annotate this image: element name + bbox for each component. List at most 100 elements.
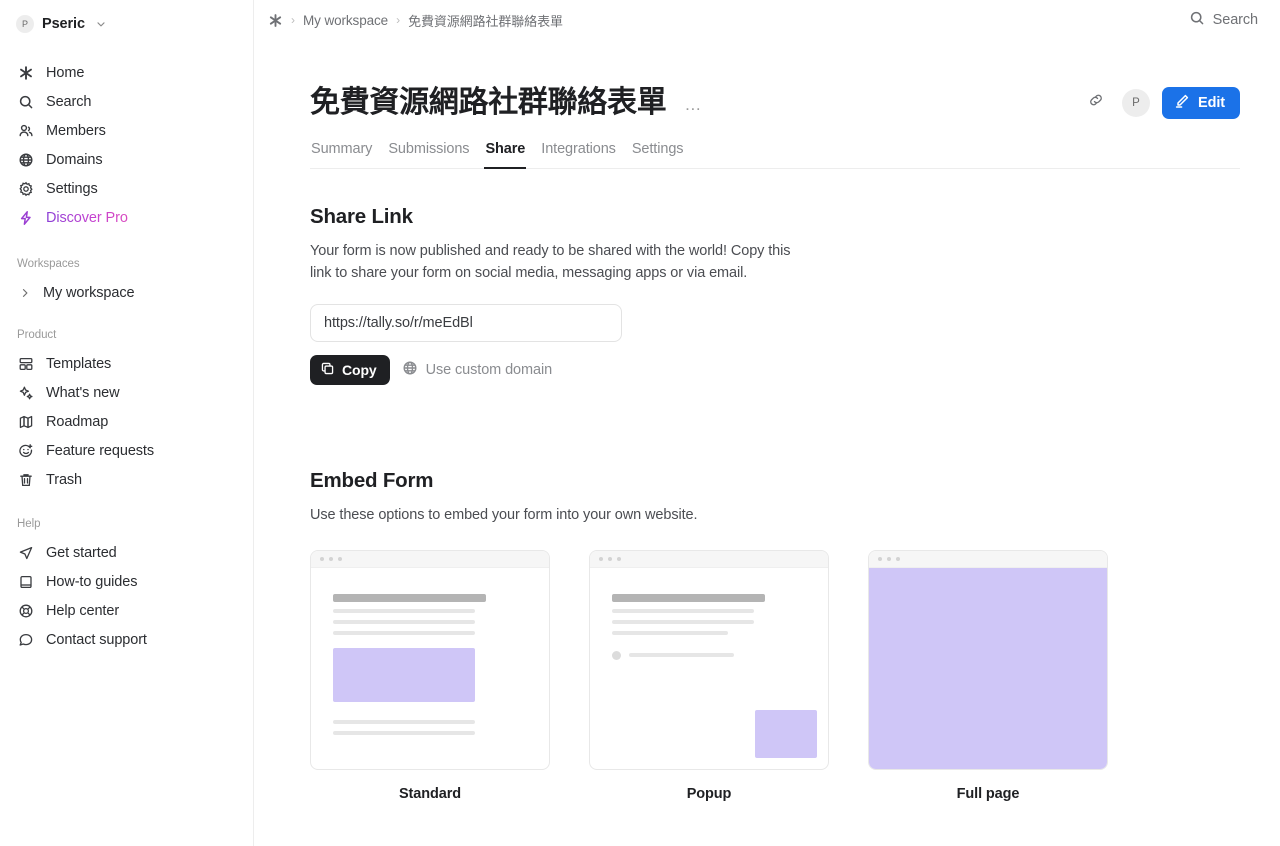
trash-icon	[17, 471, 34, 488]
avatar[interactable]: P	[1122, 88, 1150, 117]
embed-preview-full-page	[868, 549, 1108, 770]
breadcrumb-separator: ›	[396, 13, 401, 27]
sidebar-item-domains[interactable]: Domains	[12, 145, 241, 174]
book-icon	[17, 573, 34, 590]
sidebar-item-label: Members	[46, 122, 106, 139]
embed-option-popup[interactable]: Popup	[589, 549, 829, 802]
sidebar-item-label: Home	[46, 64, 85, 81]
window-dot-icon	[329, 556, 333, 561]
placeholder-heading-bar	[612, 593, 766, 602]
workspaces-list: My workspace	[12, 278, 241, 307]
placeholder-avatar-row	[612, 650, 806, 660]
sidebar-section-help: Help	[17, 518, 41, 530]
asterisk-icon[interactable]	[268, 13, 283, 28]
copy-button-label: Copy	[342, 361, 377, 378]
search-icon	[17, 93, 34, 110]
sidebar-item-whats-new[interactable]: What's new	[12, 378, 241, 407]
breadcrumb-workspace[interactable]: My workspace	[303, 13, 388, 28]
window-dot-icon	[896, 556, 900, 561]
use-custom-domain-button[interactable]: Use custom domain	[402, 360, 552, 380]
sidebar-item-discover-pro[interactable]: Discover Pro	[12, 203, 241, 232]
embed-option-standard[interactable]: Standard	[310, 549, 550, 802]
embedded-popup-block	[755, 709, 817, 758]
sidebar-item-my-workspace[interactable]: My workspace	[12, 278, 241, 307]
sidebar-item-trash[interactable]: Trash	[12, 465, 241, 494]
embed-preview-standard	[310, 549, 550, 770]
app-root: P Pseric Home Search Members Domains Set…	[0, 0, 1280, 846]
placeholder-line	[612, 630, 729, 635]
embed-option-label: Popup	[686, 785, 732, 802]
placeholder-avatar-icon	[612, 650, 621, 660]
share-link-section: Share Link Your form is now published an…	[310, 205, 1240, 385]
sidebar-item-label: Templates	[46, 355, 112, 372]
placeholder-heading-bar	[333, 593, 487, 602]
window-dot-icon	[608, 556, 612, 561]
sidebar-item-get-started[interactable]: Get started	[12, 538, 241, 567]
placeholder-line	[612, 619, 754, 624]
pencil-icon	[1174, 93, 1190, 113]
sidebar: P Pseric Home Search Members Domains Set…	[0, 0, 254, 846]
sidebar-item-settings[interactable]: Settings	[12, 174, 241, 203]
copy-button[interactable]: Copy	[310, 354, 390, 385]
share-url-field[interactable]	[310, 303, 622, 342]
form-tabs: Summary Submissions Share Integrations S…	[310, 141, 1240, 169]
sidebar-item-home[interactable]: Home	[12, 58, 241, 87]
sidebar-section-workspaces: Workspaces	[17, 258, 80, 270]
embed-form-description: Use these options to embed your form int…	[310, 506, 698, 523]
copy-link-button[interactable]	[1082, 89, 1110, 117]
embed-options: Standard Popup Full page	[310, 549, 1240, 802]
sidebar-item-label: How-to guides	[46, 573, 138, 590]
sidebar-item-how-to-guides[interactable]: How-to guides	[12, 567, 241, 596]
edit-button[interactable]: Edit	[1162, 86, 1240, 119]
sidebar-item-feature-requests[interactable]: Feature requests	[12, 436, 241, 465]
sidebar-item-label: What's new	[46, 384, 120, 401]
embed-option-full-page[interactable]: Full page	[868, 549, 1108, 802]
sidebar-item-label: Help center	[46, 602, 120, 619]
window-dot-icon	[338, 556, 342, 561]
asterisk-icon	[17, 64, 34, 81]
chat-bubble-icon	[17, 631, 34, 648]
embed-form-section: Embed Form Use these options to embed yo…	[310, 469, 1240, 802]
sidebar-item-label: Roadmap	[46, 413, 109, 430]
sidebar-item-label: Search	[46, 93, 92, 110]
preview-body	[311, 568, 549, 769]
placeholder-line	[629, 653, 734, 658]
lightning-icon	[17, 209, 34, 226]
browser-chrome	[869, 550, 1107, 568]
workspace-name: Pseric	[42, 16, 85, 32]
top-search-label: Search	[1212, 12, 1258, 28]
tab-integrations[interactable]: Integrations	[540, 141, 617, 169]
browser-chrome	[311, 550, 549, 568]
sidebar-item-members[interactable]: Members	[12, 116, 241, 145]
window-dot-icon	[320, 556, 324, 561]
sidebar-item-help-center[interactable]: Help center	[12, 596, 241, 625]
tab-settings[interactable]: Settings	[631, 141, 685, 169]
tab-summary[interactable]: Summary	[310, 141, 373, 169]
chevron-right-icon[interactable]	[17, 287, 33, 299]
sidebar-item-templates[interactable]: Templates	[12, 349, 241, 378]
edit-button-label: Edit	[1198, 94, 1225, 111]
sidebar-item-search[interactable]: Search	[12, 87, 241, 116]
share-actions: Copy Use custom domain	[310, 354, 1240, 385]
browser-chrome	[590, 550, 828, 568]
form-more-menu-button[interactable]: …	[680, 94, 705, 115]
workspace-switcher[interactable]: P Pseric	[12, 4, 241, 44]
link-icon	[1087, 91, 1105, 114]
window-dot-icon	[887, 556, 891, 561]
sidebar-item-label: Settings	[46, 180, 98, 197]
sidebar-item-roadmap[interactable]: Roadmap	[12, 407, 241, 436]
embed-option-label: Full page	[956, 785, 1020, 802]
window-dot-icon	[599, 556, 603, 561]
breadcrumb-form[interactable]: 免費資源網路社群聯絡表單	[408, 11, 563, 30]
placeholder-line	[333, 608, 475, 613]
sidebar-item-contact-support[interactable]: Contact support	[12, 625, 241, 654]
embedded-fullpage-block	[869, 567, 1107, 769]
embed-form-title: Embed Form	[310, 468, 434, 492]
share-url-input[interactable]	[324, 314, 608, 331]
tab-share[interactable]: Share	[484, 141, 527, 169]
use-custom-domain-label: Use custom domain	[425, 361, 553, 378]
top-search-button[interactable]: Search	[1189, 10, 1258, 30]
tab-submissions[interactable]: Submissions	[387, 141, 470, 169]
window-dot-icon	[878, 556, 882, 561]
map-icon	[17, 413, 34, 430]
